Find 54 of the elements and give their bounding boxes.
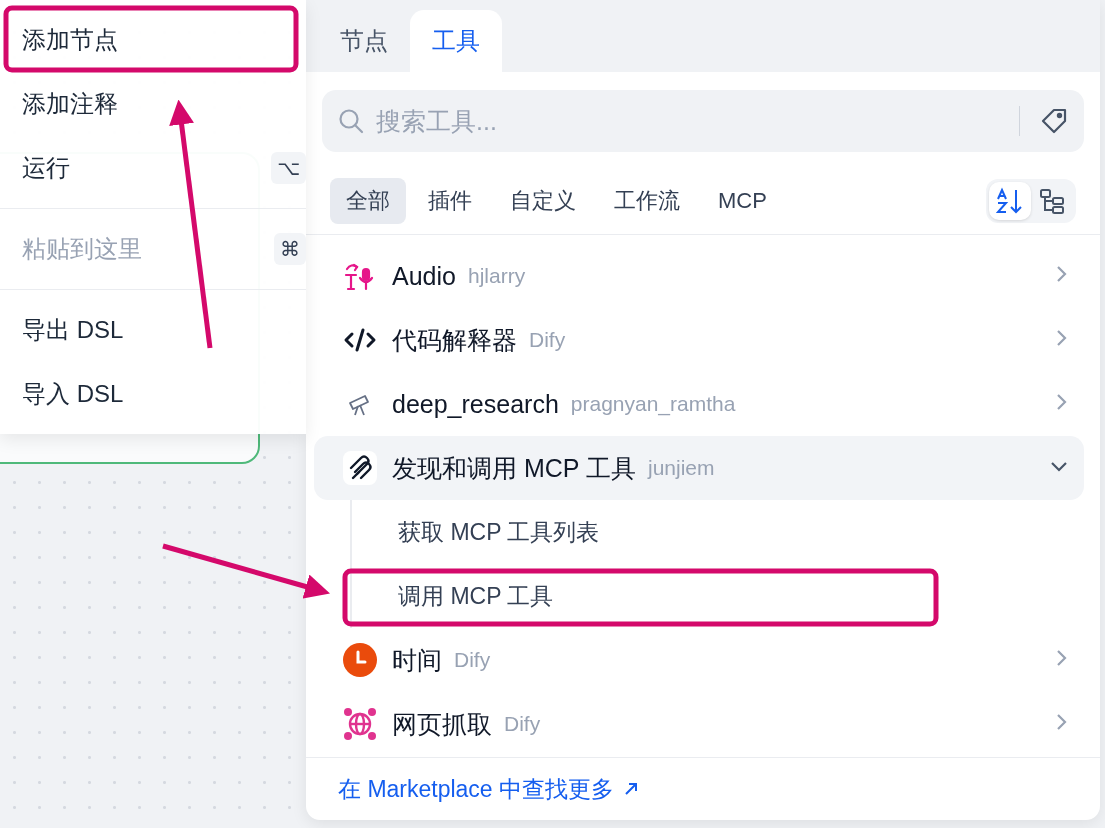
menu-item[interactable]: 添加节点 (0, 8, 306, 72)
filter-tab[interactable]: 插件 (412, 178, 488, 224)
tool-item[interactable]: 发现和调用 MCP 工具 junjiem (314, 436, 1084, 500)
chevron-right-icon (1056, 713, 1068, 731)
tool-name: 网页抓取 (392, 708, 492, 740)
search-icon (338, 108, 364, 134)
tool-author: Dify (454, 648, 491, 672)
chevron-right-icon (1056, 393, 1068, 411)
chevron-right-icon (1056, 649, 1068, 667)
filter-tab[interactable]: 工作流 (598, 178, 696, 224)
tool-name: deep_research (392, 389, 559, 419)
search-input[interactable]: 搜索工具... (374, 105, 1009, 137)
clock-icon (343, 643, 377, 677)
tool-author: pragnyan_ramtha (570, 392, 736, 416)
tool-author: Dify (529, 328, 566, 352)
filter-tab[interactable]: MCP (702, 180, 783, 222)
view-toggle[interactable] (989, 182, 1031, 220)
tool-author: hjlarry (467, 264, 526, 288)
tool-author: Dify (504, 712, 541, 736)
shortcut-key: ⌥ (270, 152, 306, 184)
menu-item-label: 运行 (22, 153, 70, 183)
marketplace-link[interactable]: 在 Marketplace 中查找更多 (338, 773, 639, 805)
tool-item[interactable]: Audio hjlarry (314, 244, 1084, 308)
tree-view-icon (1039, 188, 1065, 214)
sort-alphabetical-icon (996, 187, 1024, 215)
tool-action-item[interactable]: 获取 MCP 工具列表 (352, 500, 1084, 564)
tool-name: 时间 (392, 644, 442, 676)
tab[interactable]: 工具 (410, 10, 502, 72)
tool-author: junjiem (648, 456, 715, 480)
tool-item[interactable]: 时间 Dify (314, 628, 1084, 692)
tool-item[interactable]: 网页抓取 Dify (314, 692, 1084, 756)
tab[interactable]: 节点 (318, 10, 410, 72)
search-field[interactable]: 搜索工具... (322, 90, 1084, 152)
menu-item-label: 粘贴到这里 (22, 234, 142, 264)
filter-tab[interactable]: 自定义 (494, 178, 592, 224)
menu-item[interactable]: 导出 DSL (0, 298, 306, 362)
globe-icon (343, 707, 377, 741)
menu-item[interactable]: 添加注释 (0, 72, 306, 136)
chevron-down-icon (1050, 461, 1068, 473)
external-link-icon (624, 782, 639, 796)
tag-icon[interactable] (1040, 107, 1068, 135)
shortcut-key: ⌘ (274, 233, 306, 265)
tool-name: Audio (392, 261, 456, 291)
menu-item[interactable]: 运行 ⌥ (0, 136, 306, 200)
tool-item[interactable]: 代码解释器 Dify (314, 308, 1084, 372)
menu-item[interactable]: 导入 DSL (0, 362, 306, 426)
filter-tab[interactable]: 全部 (330, 178, 406, 224)
tool-action-item[interactable]: 调用 MCP 工具 (352, 564, 1084, 628)
chevron-right-icon (1056, 329, 1068, 347)
spring-coil-icon (343, 451, 377, 485)
chevron-right-icon (1056, 265, 1068, 283)
tool-name: 发现和调用 MCP 工具 (392, 452, 636, 484)
tool-item[interactable]: deep_research pragnyan_ramtha (314, 372, 1084, 436)
tool-name: 代码解释器 (392, 324, 517, 356)
